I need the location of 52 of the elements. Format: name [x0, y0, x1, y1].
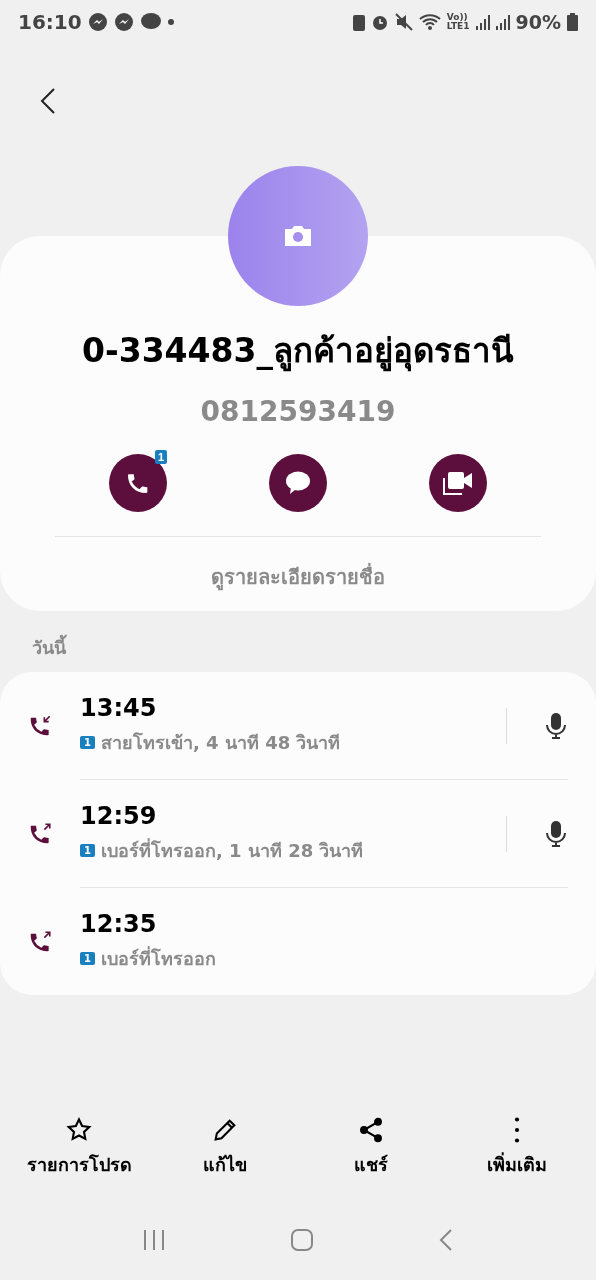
home-button[interactable] — [290, 1228, 314, 1252]
alarm-icon — [370, 13, 389, 31]
sim-badge: 1 — [80, 844, 95, 857]
battery-icon — [567, 13, 578, 31]
sim-badge: 1 — [80, 952, 95, 965]
more-icon — [514, 1116, 520, 1144]
call-time: 12:59 — [80, 802, 158, 830]
sim-badge: 1 — [80, 736, 95, 749]
message-button[interactable] — [269, 454, 327, 512]
section-title: วันนี้ — [32, 633, 596, 662]
volte-label: Vo)) — [446, 13, 468, 22]
microphone-icon — [544, 711, 568, 740]
recording-button[interactable] — [506, 815, 568, 852]
toolbar-button[interactable]: เพิ่มเติม — [452, 1115, 582, 1180]
network-label: LTE1 — [446, 22, 470, 31]
signal-icon — [475, 14, 490, 30]
toolbar-button[interactable]: แชร์ — [306, 1115, 436, 1180]
toolbar-button[interactable]: แก้ไข — [160, 1115, 290, 1180]
recent-apps-button[interactable] — [142, 1229, 166, 1251]
dot-icon — [167, 19, 174, 25]
microphone-icon — [544, 819, 568, 848]
phone-number: 0812593419 — [200, 395, 396, 428]
recording-button[interactable] — [506, 707, 568, 744]
star-icon — [65, 1116, 93, 1144]
video-camera-icon — [442, 470, 474, 496]
chat-bubble-icon — [139, 12, 162, 32]
battery-percentage: 90% — [515, 12, 561, 32]
sim-badge: 1 — [154, 450, 167, 464]
contact-name: 0-334483_ลูกค้าอยู่อุดรธานี — [82, 330, 514, 374]
share-icon — [357, 1116, 385, 1144]
recent-apps-icon — [142, 1229, 166, 1251]
call-log-row[interactable]: 12:35 1 เบอร์ที่โทรออก — [80, 887, 568, 995]
call-time: 12:35 — [80, 910, 158, 938]
mute-icon — [394, 13, 413, 31]
signal-icon — [495, 14, 510, 30]
toolbar-button[interactable]: รายการโปรด — [14, 1115, 144, 1180]
call-detail: เบอร์ที่โทรออก, 1 นาที 28 วินาที — [100, 837, 364, 863]
call-log-row[interactable]: 12:59 1 เบอร์ที่โทรออก, 1 นาที 28 วินาที — [80, 779, 568, 887]
messenger-icon — [87, 12, 108, 32]
call-log-row[interactable]: 13:45 1 สายโทรเข้า, 4 นาที 48 วินาที — [0, 672, 568, 779]
call-time: 13:45 — [80, 694, 158, 722]
chat-bubble-icon — [284, 470, 312, 496]
back-nav-button[interactable] — [438, 1228, 454, 1252]
call-detail: เบอร์ที่โทรออก — [100, 945, 216, 971]
home-icon — [290, 1228, 314, 1252]
call-detail: สายโทรเข้า, 4 นาที 48 วินาที — [100, 731, 341, 755]
video-call-button[interactable] — [429, 454, 487, 512]
camera-icon — [283, 224, 313, 248]
clock-time: 16:10 — [18, 12, 82, 32]
wifi-icon — [418, 13, 441, 31]
pencil-icon — [211, 1116, 239, 1144]
messenger-icon — [113, 12, 134, 32]
